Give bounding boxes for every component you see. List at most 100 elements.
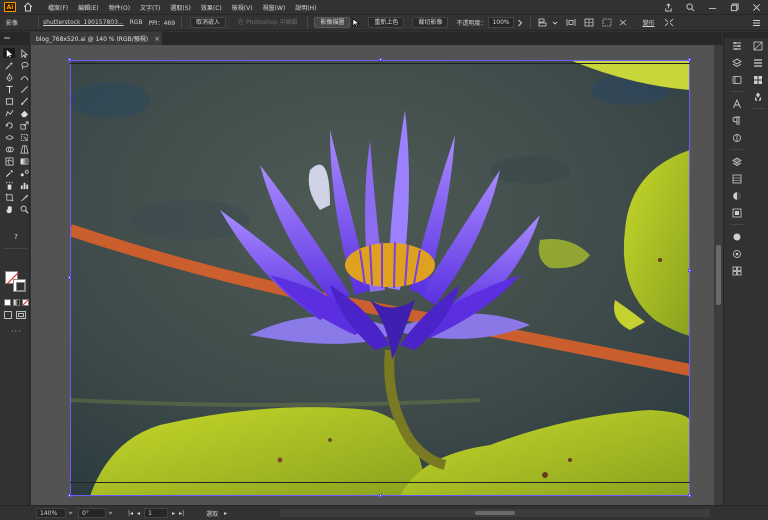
menu-view[interactable]: 檢視(V) [232,3,253,12]
symbols-icon[interactable] [752,91,764,102]
home-icon[interactable] [22,1,34,13]
chevron-right-icon[interactable] [514,17,526,29]
resize-handle-sw[interactable] [68,494,71,497]
width-tool-icon[interactable] [3,132,15,142]
blend-tool-icon[interactable] [18,168,30,178]
selection-tool-icon[interactable] [3,48,15,58]
direct-selection-tool-icon[interactable] [18,48,30,58]
mesh-tool-icon[interactable] [3,156,15,166]
panel-menu-icon[interactable] [750,17,762,29]
status-menu-chevron-icon[interactable]: ▸ [224,510,227,517]
menu-window[interactable]: 視窗(W) [263,3,286,12]
zoom-tool-icon[interactable] [18,204,30,214]
rectangle-tool-icon[interactable] [3,96,15,106]
resize-handle-s[interactable] [379,494,382,497]
transform-options-icon[interactable] [601,17,613,29]
scale-tool-icon[interactable] [18,120,30,130]
isolate-icon[interactable] [663,17,675,29]
line-tool-icon[interactable] [18,84,30,94]
search-icon[interactable] [684,1,696,13]
document-tab[interactable]: blog_768x520.ai @ 140 % (RGB/預視) × [30,32,162,45]
shape-builder-tool-icon[interactable] [3,144,15,154]
menu-select[interactable]: 選取(S) [170,3,191,12]
color-icon[interactable] [752,40,764,51]
curvature-tool-icon[interactable] [18,72,30,82]
resize-handle-w[interactable] [68,276,71,279]
more-tools-icon[interactable]: ··· [11,327,22,336]
pathfinder-icon[interactable] [731,231,743,242]
shaper-tool-icon[interactable] [3,108,15,118]
paragraph-icon[interactable] [731,115,743,126]
color-swatch-icon[interactable] [4,299,11,306]
artboard-number-field[interactable]: 1 [144,508,169,518]
layers-icon[interactable] [731,57,743,68]
artboards-panel-icon[interactable] [731,265,743,276]
placed-image-water-lily[interactable] [70,60,690,496]
rotate-view-field[interactable]: 0° [78,508,106,518]
crop-image-button[interactable]: 裁切影像 [412,17,449,28]
grid-align-icon[interactable] [583,17,595,29]
align-panel-icon[interactable] [731,207,743,218]
last-artboard-icon[interactable]: ▸| [179,510,184,517]
vertical-scrollbar[interactable] [714,45,723,505]
perspective-tool-icon[interactable] [18,144,30,154]
resize-handle-nw[interactable] [68,58,71,61]
constrain-icon[interactable] [617,17,629,29]
artboard-tool-icon[interactable] [3,192,15,202]
edit-in-photoshop-button[interactable]: 在 Photoshop 中編輯 [232,17,303,28]
transform-link[interactable]: 變形 [643,18,655,27]
color-guide-icon[interactable] [752,57,764,68]
recolor-button[interactable]: 重新上色 [368,17,405,28]
rotate-tool-icon[interactable] [3,120,15,130]
paintbrush-tool-icon[interactable] [18,96,30,106]
character-icon[interactable] [731,98,743,109]
canvas-area[interactable] [31,45,723,505]
symbol-sprayer-tool-icon[interactable] [3,180,15,190]
resize-handle-se[interactable] [688,494,691,497]
none-swatch-icon[interactable] [22,299,29,306]
opentype-icon[interactable] [731,132,743,143]
libraries-icon[interactable] [731,74,743,85]
zoom-level-field[interactable]: 140% [36,508,66,518]
resize-handle-e[interactable] [688,269,691,272]
properties-icon[interactable] [731,40,743,51]
hand-tool-icon[interactable] [3,204,15,214]
graphic-styles-icon[interactable] [731,190,743,201]
close-tab-icon[interactable]: × [154,35,160,43]
menu-type[interactable]: 文字(T) [140,3,160,12]
menu-effect[interactable]: 效果(C) [201,3,222,12]
eyedropper-tool-icon[interactable] [3,168,15,178]
opacity-field[interactable]: 100% [488,17,514,28]
align-icon[interactable] [537,17,549,29]
share-icon[interactable] [662,1,674,13]
pen-tool-icon[interactable] [3,72,15,82]
distribute-icon[interactable] [565,17,577,29]
transform-icon[interactable] [731,156,743,167]
free-transform-tool-icon[interactable] [18,132,30,142]
menu-edit[interactable]: 編輯(E) [78,3,98,12]
menu-object[interactable]: 物件(O) [109,3,130,12]
type-tool-icon[interactable] [3,84,15,94]
screen-mode-icon[interactable] [16,311,26,319]
resize-handle-ne[interactable] [688,58,691,61]
lasso-tool-icon[interactable] [18,60,30,70]
next-artboard-icon[interactable]: ▸ [172,510,175,517]
slice-tool-icon[interactable] [18,192,30,202]
horizontal-scrollbar[interactable] [280,509,710,517]
vertical-scroll-thumb[interactable] [716,245,721,305]
magic-wand-tool-icon[interactable] [3,60,15,70]
eraser-tool-icon[interactable] [18,108,30,118]
first-artboard-icon[interactable]: |◂ [128,510,133,517]
rotate-dropdown-chevron-icon[interactable] [106,511,114,515]
image-trace-panel-icon[interactable] [731,248,743,259]
help-icon[interactable]: ? [10,232,22,242]
linked-filename[interactable]: shutterstock_190157803... [43,19,124,26]
draw-normal-icon[interactable] [4,311,12,319]
zoom-dropdown-chevron-icon[interactable] [66,511,74,515]
gradient-swatch-icon[interactable] [13,299,20,306]
horizontal-scroll-thumb[interactable] [475,511,515,515]
minimize-icon[interactable] [706,1,718,13]
restore-icon[interactable] [728,1,740,13]
image-trace-button[interactable]: 影像描圖 [314,17,351,28]
resize-handle-n[interactable] [379,58,382,61]
